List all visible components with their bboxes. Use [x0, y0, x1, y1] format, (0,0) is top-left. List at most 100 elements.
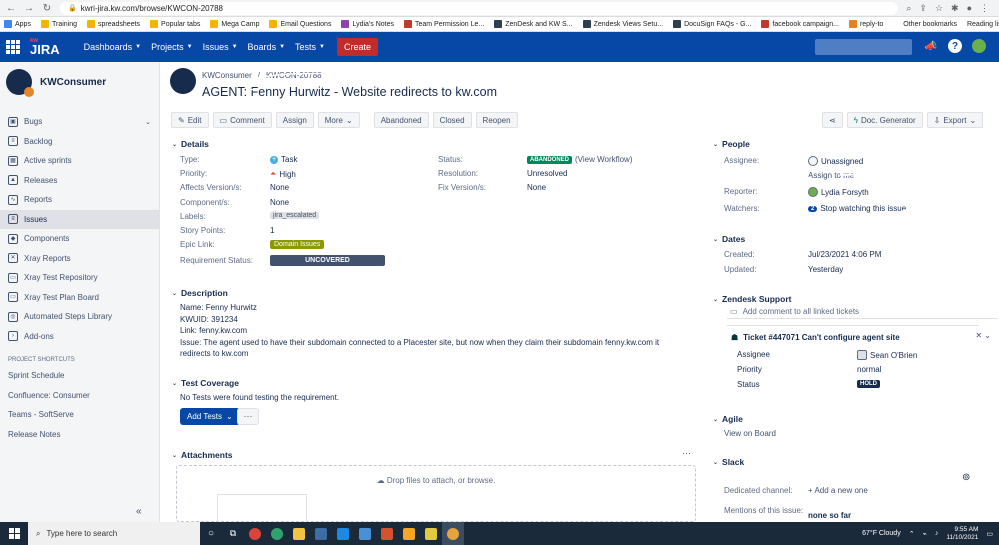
collapse-sidebar-icon[interactable]: «	[136, 506, 142, 517]
project-shortcut[interactable]: Sprint Schedule	[0, 366, 159, 386]
attachments-menu-icon[interactable]: ···	[682, 448, 691, 458]
profile-avatar[interactable]: ●	[967, 3, 972, 13]
explorer-taskbar-icon[interactable]	[288, 522, 310, 545]
sidebar-item-backlog[interactable]: ≡ Backlog	[0, 132, 159, 152]
task-view-icon[interactable]: ⧉	[222, 522, 244, 545]
menu-icon[interactable]: ⋮	[980, 3, 989, 14]
sticky-taskbar-icon[interactable]	[420, 522, 442, 545]
chevron-down-icon[interactable]: ⌄	[145, 118, 151, 126]
start-button[interactable]	[0, 522, 28, 545]
bookmark-item[interactable]: Lydia's Notes	[341, 20, 394, 28]
bookmark-item[interactable]: Email Questions	[269, 20, 331, 28]
agile-heading[interactable]: ⌄ Agile	[713, 414, 743, 424]
more-actions-button[interactable]: ···	[237, 408, 259, 425]
network-icon[interactable]: ⌁	[923, 530, 927, 538]
share-icon[interactable]: ⇪	[919, 3, 927, 14]
ticket-title[interactable]: ☗ Ticket #447071 Can't configure agent si…	[731, 333, 900, 342]
bookmark-item[interactable]: Zendesk Views Setu...	[582, 20, 663, 28]
assign-to-me-link[interactable]: Assign to me	[808, 171, 854, 180]
mail-taskbar-icon[interactable]	[354, 522, 376, 545]
bookmark-item[interactable]: Popular tabs	[150, 20, 200, 28]
export-button[interactable]: ⇩ Export ⌄	[926, 112, 984, 128]
add-tests-button[interactable]: Add Tests ⌄	[180, 408, 240, 425]
abandoned-button[interactable]: Abandoned	[373, 112, 429, 128]
notes-taskbar-icon[interactable]	[398, 522, 420, 545]
view-on-board-link[interactable]: View on Board	[724, 429, 776, 438]
description-heading[interactable]: ⌄ Description	[172, 288, 228, 298]
tray-chevron-icon[interactable]: ⌃	[909, 530, 915, 538]
user-avatar[interactable]	[972, 39, 986, 53]
people-heading[interactable]: ⌄ People	[713, 139, 750, 149]
chrome-active-icon[interactable]	[442, 522, 464, 545]
bookmark-item[interactable]: ZenDesk and KW S...	[494, 20, 573, 28]
closed-button[interactable]: Closed	[432, 112, 472, 128]
extensions-icon[interactable]: ✱	[951, 3, 959, 14]
label-tag[interactable]: jira_escalated	[270, 212, 320, 219]
slack-user-icon[interactable]: ⊚	[962, 472, 970, 483]
notifications-icon[interactable]: 📣	[924, 39, 938, 53]
jira-logo[interactable]: kw JIRA	[30, 38, 60, 56]
sidebar-item-automated-steps-library[interactable]: ◎ Automated Steps Library	[0, 307, 159, 327]
chrome-taskbar-icon[interactable]	[244, 522, 266, 545]
sidebar-item-releases[interactable]: ▲ Releases	[0, 171, 159, 191]
back-icon[interactable]: ←	[6, 3, 16, 14]
taskbar-search[interactable]: ⌕ Type here to search	[28, 522, 200, 545]
top-menu-issues[interactable]: Issues ▼	[203, 42, 238, 52]
breadcrumb-project[interactable]: KWConsumer	[202, 71, 252, 80]
top-menu-boards[interactable]: Boards ▼	[248, 42, 285, 52]
reopen-button[interactable]: Reopen	[475, 112, 518, 128]
other-bookmarks[interactable]: Other bookmarks	[903, 21, 957, 28]
assign-button[interactable]: Assign	[275, 112, 314, 128]
edit-button[interactable]: ✎ Edit	[171, 112, 209, 128]
more-button[interactable]: More ⌄	[317, 112, 360, 128]
project-header[interactable]: KWConsumer	[0, 62, 159, 102]
app-switcher-icon[interactable]	[6, 40, 20, 54]
search-input[interactable]	[815, 39, 912, 55]
test-coverage-heading[interactable]: ⌄ Test Coverage	[172, 378, 239, 388]
reporter-value[interactable]: Lydia Forsyth	[808, 187, 869, 197]
project-shortcut[interactable]: Teams - SoftServe	[0, 405, 159, 425]
address-bar[interactable]: 🔒 kwri-jira.kw.com/browse/KWCON-20788	[60, 1, 899, 15]
slack-channel-add-link[interactable]: + Add a new one	[808, 486, 868, 495]
notifications-tray-icon[interactable]: ▭	[986, 530, 993, 538]
sidebar-item-add-ons[interactable]: › Add-ons	[0, 327, 159, 347]
volume-icon[interactable]: ♪	[935, 530, 939, 537]
zendesk-comment-input[interactable]: ▭ Add comment to all linked tickets	[727, 305, 998, 319]
sidebar-item-active-sprints[interactable]: ▦ Active sprints	[0, 151, 159, 171]
sidebar-item-xray-test-plan-board[interactable]: ▭ Xray Test Plan Board	[0, 288, 159, 308]
top-menu-dashboards[interactable]: Dashboards ▼	[84, 42, 141, 52]
bookmark-item[interactable]: Training	[40, 20, 77, 28]
edge-taskbar-icon[interactable]	[266, 522, 288, 545]
bookmark-item[interactable]: DocuSign FAQs - G...	[673, 20, 751, 28]
star-icon[interactable]: ☆	[935, 3, 943, 14]
attachment-dropzone[interactable]: ☁ Drop files to attach, or browse.	[176, 465, 696, 524]
assignee-value[interactable]: Unassigned	[808, 156, 863, 166]
weather-text[interactable]: 67°F Cloudy	[862, 530, 901, 537]
doc-generator-button[interactable]: ϟ Doc. Generator	[846, 112, 923, 128]
epic-lozenge[interactable]: Domain Issues	[270, 240, 325, 249]
sidebar-item-xray-test-repository[interactable]: ▭ Xray Test Repository	[0, 268, 159, 288]
zoom-icon[interactable]: ⌕	[906, 3, 911, 14]
forward-icon[interactable]: →	[24, 3, 34, 14]
bookmark-item[interactable]: Mega Camp	[210, 20, 259, 28]
ticket-controls[interactable]: ✕ ⌄	[975, 331, 991, 340]
description-body[interactable]: Name: Fenny Hurwitz KWUID: 391234 Link: …	[180, 302, 670, 360]
sidebar-item-components[interactable]: ◆ Components	[0, 229, 159, 249]
zendesk-heading[interactable]: ⌄ Zendesk Support	[713, 294, 791, 304]
top-menu-tests[interactable]: Tests ▼	[295, 42, 325, 52]
clock[interactable]: 9:55 AM 11/10/2021	[946, 526, 978, 542]
store-taskbar-icon[interactable]	[332, 522, 354, 545]
create-button[interactable]: Create	[337, 38, 379, 56]
sidebar-item-bugs[interactable]: ▣ Bugs ⌄	[0, 112, 159, 132]
comment-button[interactable]: ▭ Comment	[212, 112, 272, 128]
office-taskbar-icon[interactable]	[376, 522, 398, 545]
bookmark-item[interactable]: reply-to	[848, 20, 883, 28]
bookmark-item[interactable]: Apps	[4, 20, 31, 28]
sidebar-item-reports[interactable]: ∿ Reports	[0, 190, 159, 210]
bookmark-item[interactable]: Team Permission Le...	[404, 20, 484, 28]
top-menu-projects[interactable]: Projects ▼	[151, 42, 192, 52]
project-shortcut[interactable]: Release Notes	[0, 425, 159, 445]
bookmark-item[interactable]: spreadsheets	[87, 20, 140, 28]
app-taskbar-icon[interactable]	[310, 522, 332, 545]
sidebar-item-issues[interactable]: ≡ Issues	[0, 209, 159, 229]
